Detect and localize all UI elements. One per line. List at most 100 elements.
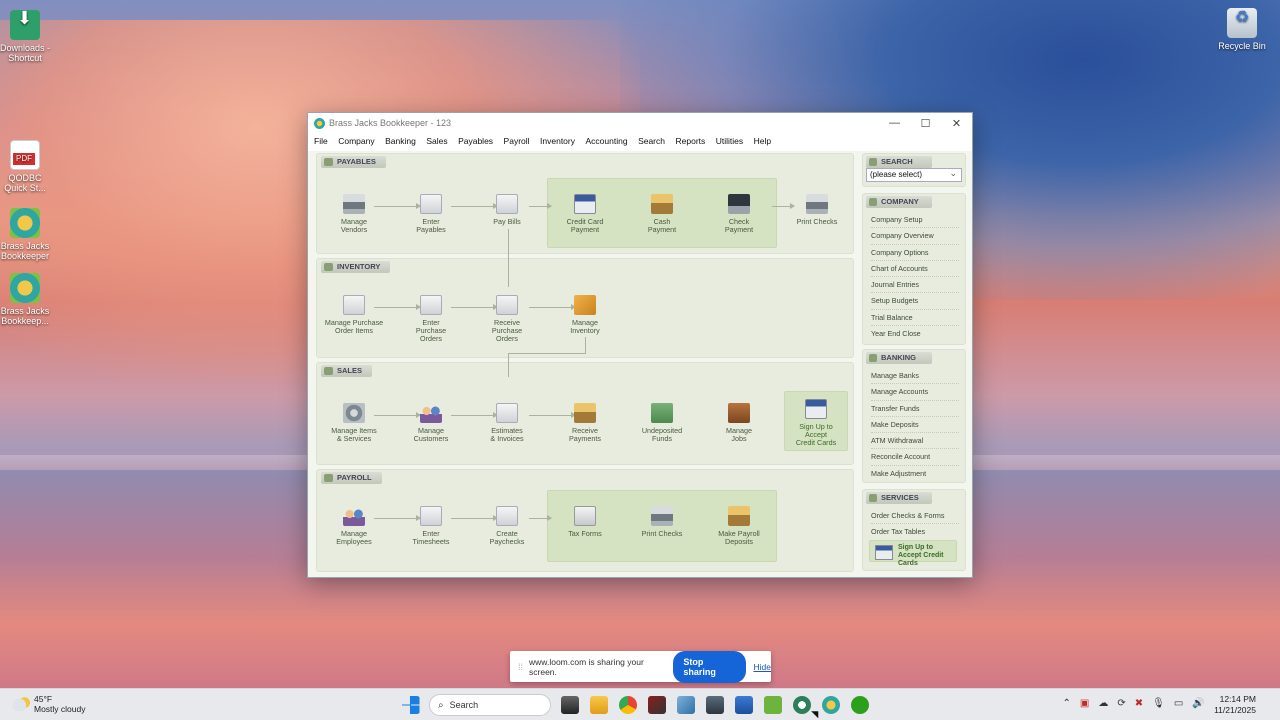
desktop-icon-downloads[interactable]: Downloads - Shortcut: [0, 10, 53, 63]
undeposited-funds-node[interactable]: Undeposited Funds: [627, 403, 697, 443]
start-windows-icon[interactable]: [401, 696, 420, 714]
app-tray-icon[interactable]: ✖: [1135, 698, 1143, 709]
clock[interactable]: 12:14 PM 11/21/2025: [1214, 694, 1256, 716]
app-icon[interactable]: [763, 696, 782, 714]
taskbar: 45°F Mostly cloudy ⌕ Search ⌃ ▣ ☁ ⟳ ✖ 🎙 …: [0, 688, 1280, 720]
enter-timesheets-node[interactable]: Enter Timesheets: [396, 506, 466, 546]
setup-budgets-link[interactable]: Setup Budgets: [871, 293, 959, 310]
menu-inventory[interactable]: Inventory: [540, 136, 575, 146]
order-tax-tables-link[interactable]: Order Tax Tables: [871, 524, 959, 540]
enter-purchase-orders-node[interactable]: Enter Purchase Orders: [396, 295, 466, 343]
menu-payroll[interactable]: Payroll: [504, 136, 530, 146]
manage-employees-node[interactable]: Manage Employees: [319, 506, 389, 546]
cloudy-weather-icon: [12, 697, 30, 711]
stop-sharing-button[interactable]: Stop sharing: [673, 650, 746, 683]
desktop-icon-brass-jacks-1[interactable]: Brass Jacks Bookkeeper: [0, 208, 53, 261]
minimize-button[interactable]: —: [879, 117, 910, 130]
check-payment-node[interactable]: Check Payment: [704, 194, 774, 234]
menu-help[interactable]: Help: [754, 136, 771, 146]
calculator-icon[interactable]: [705, 696, 724, 714]
app-icon[interactable]: [647, 696, 666, 714]
order-checks-forms-link[interactable]: Order Checks & Forms: [871, 508, 959, 525]
node-label: Receive Purchase Orders: [491, 318, 523, 343]
title-bar[interactable]: Brass Jacks Bookkeeper - 123 — ☐ ✕: [308, 113, 972, 133]
menu-reports[interactable]: Reports: [676, 136, 706, 146]
app-icon[interactable]: [734, 696, 753, 714]
print-checks-node[interactable]: Print Checks: [782, 194, 852, 226]
brass-jacks-app-icon[interactable]: [821, 696, 840, 714]
paycheck-icon: [496, 506, 518, 526]
menu-utilities[interactable]: Utilities: [716, 136, 743, 146]
weather-widget[interactable]: 45°F Mostly cloudy: [12, 694, 86, 714]
create-paychecks-node[interactable]: Create Paychecks: [472, 506, 542, 546]
app-tray-icon[interactable]: ▣: [1080, 698, 1089, 709]
manage-banks-link[interactable]: Manage Banks: [871, 368, 959, 385]
snipping-tool-icon[interactable]: [676, 696, 695, 714]
pdf-file-icon: [10, 140, 40, 170]
manage-vendors-node[interactable]: Manage Vendors: [319, 194, 389, 234]
company-setup-link[interactable]: Company Setup: [871, 212, 959, 229]
file-explorer-icon[interactable]: [589, 696, 608, 714]
receive-payments-node[interactable]: Receive Payments: [550, 403, 620, 443]
sign-up-credit-cards-node[interactable]: Sign Up to Accept Credit Cards: [781, 399, 851, 447]
menu-file[interactable]: File: [314, 136, 328, 146]
company-panel-title: COMPANY: [866, 196, 932, 208]
credit-card-payment-node[interactable]: Credit Card Payment: [550, 194, 620, 234]
printer-icon: [806, 194, 828, 214]
menu-banking[interactable]: Banking: [385, 136, 416, 146]
display-icon[interactable]: ▭: [1174, 698, 1183, 709]
tax-forms-node[interactable]: Tax Forms: [550, 506, 620, 538]
company-overview-link[interactable]: Company Overview: [871, 228, 959, 245]
search-select[interactable]: (please select): [866, 167, 962, 182]
payroll-print-checks-node[interactable]: Print Checks: [627, 506, 697, 538]
close-button[interactable]: ✕: [941, 117, 972, 130]
desktop-icon-recycle-bin[interactable]: Recycle Bin: [1214, 8, 1270, 51]
desktop-icon-qodbc[interactable]: QODBC Quick St...: [0, 140, 53, 193]
desktop-icon-label: Downloads - Shortcut: [0, 43, 51, 63]
manage-inventory-node[interactable]: Manage Inventory: [550, 295, 620, 335]
trial-balance-link[interactable]: Trial Balance: [871, 310, 959, 327]
payment-hand-icon: [574, 403, 596, 423]
chevron-up-icon[interactable]: ⌃: [1063, 698, 1071, 709]
menu-accounting[interactable]: Accounting: [586, 136, 628, 146]
manage-purchase-order-items-node[interactable]: Manage Purchase Order Items: [319, 295, 389, 335]
manage-jobs-node[interactable]: Manage Jobs: [704, 403, 774, 443]
laptop-icon: [728, 194, 750, 214]
menu-payables[interactable]: Payables: [458, 136, 493, 146]
cash-payment-node[interactable]: Cash Payment: [627, 194, 697, 234]
chrome-icon[interactable]: [618, 696, 637, 714]
app-icon[interactable]: [792, 696, 811, 714]
company-options-link[interactable]: Company Options: [871, 245, 959, 261]
reconcile-account-link[interactable]: Reconcile Account: [871, 449, 959, 466]
manage-items-services-node[interactable]: Manage Items & Services: [319, 403, 389, 443]
drag-handle-icon[interactable]: ⁞⁞: [518, 662, 523, 672]
enter-payables-node[interactable]: Enter Payables: [396, 194, 466, 234]
pay-bills-node[interactable]: Pay Bills: [472, 194, 542, 226]
microphone-icon[interactable]: 🎙: [1152, 698, 1165, 709]
make-adjustment-link[interactable]: Make Adjustment: [871, 466, 959, 482]
chart-of-accounts-link[interactable]: Chart of Accounts: [871, 261, 959, 278]
sign-up-credit-cards-link[interactable]: Sign Up to Accept Credit Cards: [869, 540, 957, 567]
journal-entries-link[interactable]: Journal Entries: [871, 277, 959, 294]
manage-accounts-link[interactable]: Manage Accounts: [871, 384, 959, 401]
atm-withdrawal-link[interactable]: ATM Withdrawal: [871, 433, 959, 450]
make-payroll-deposits-node[interactable]: Make Payroll Deposits: [704, 506, 774, 546]
menu-search[interactable]: Search: [638, 136, 665, 146]
estimates-invoices-node[interactable]: Estimates & Invoices: [472, 403, 542, 443]
app-tray-icon[interactable]: ☁: [1098, 698, 1108, 709]
receive-purchase-orders-node[interactable]: Receive Purchase Orders: [472, 295, 542, 343]
task-view-icon[interactable]: [560, 696, 579, 714]
menu-company[interactable]: Company: [338, 136, 374, 146]
maximize-button[interactable]: ☐: [910, 117, 941, 130]
menu-sales[interactable]: Sales: [426, 136, 447, 146]
desktop-icon-brass-jacks-2[interactable]: Brass Jacks Bookkeep...: [0, 273, 53, 326]
quickbooks-icon[interactable]: [850, 696, 869, 714]
transfer-funds-link[interactable]: Transfer Funds: [871, 401, 959, 417]
hide-link[interactable]: Hide: [754, 662, 771, 672]
taskbar-search[interactable]: ⌕ Search: [429, 694, 551, 716]
year-end-close-link[interactable]: Year End Close: [871, 326, 959, 342]
volume-icon[interactable]: 🔊: [1192, 698, 1204, 709]
app-tray-icon[interactable]: ⟳: [1117, 698, 1125, 709]
make-deposits-link[interactable]: Make Deposits: [871, 417, 959, 434]
manage-customers-node[interactable]: Manage Customers: [396, 403, 466, 443]
